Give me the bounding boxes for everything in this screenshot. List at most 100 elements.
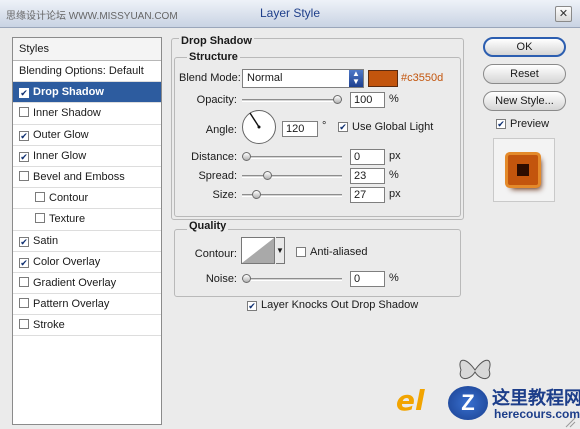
angle-label: Angle: [205,124,237,136]
angle-dial-needle [249,112,261,129]
butterfly-icon [459,359,491,379]
styles-item[interactable]: ✔ Inner Glow [13,146,161,167]
contour-label: Contour: [194,248,237,260]
styles-item[interactable]: Pattern Overlay [13,294,161,316]
logo-z-badge: Z [448,386,488,420]
noise-label: Noise: [205,273,237,285]
styles-item[interactable]: ✔ Drop Shadow [13,82,161,104]
styles-item[interactable]: Gradient Overlay [13,273,161,295]
use-global-light-checkbox[interactable]: ✔ [338,122,348,132]
style-enable-checkbox[interactable] [35,213,45,224]
styles-item[interactable]: Contour [13,188,161,210]
close-icon[interactable]: ✕ [555,6,572,22]
opacity-slider-thumb[interactable] [333,95,342,104]
styles-item-label: Texture [49,213,86,226]
shadow-color-swatch[interactable] [368,70,398,87]
noise-input[interactable]: 0 [350,271,385,287]
styles-item-label: Gradient Overlay [33,276,117,289]
style-enable-checkbox[interactable] [19,107,29,118]
style-enable-checkbox[interactable] [19,319,29,330]
dropdown-arrows-icon: ▲ ▼ [349,70,363,87]
dialog-body: Styles Blending Options: Default ✔ Drop Sh… [0,28,580,429]
style-enable-checkbox[interactable] [19,298,29,309]
styles-item-label: Stroke [33,319,65,332]
style-enable-checkbox[interactable] [19,170,29,181]
opacity-unit: % [389,93,399,105]
styles-item-label: Bevel and Emboss [33,170,125,183]
style-enable-checkbox[interactable]: ✔ [19,257,29,268]
opacity-slider[interactable] [242,95,342,104]
styles-items: Blending Options: Default ✔ Drop Shadow Inn… [13,61,161,337]
spread-label: Spread: [198,170,237,182]
angle-dial[interactable] [242,110,276,144]
ok-button[interactable]: OK [483,37,566,57]
distance-label: Distance: [191,151,237,163]
use-global-light-label: Use Global Light [352,121,434,133]
contour-curve-icon [242,238,274,263]
styles-item[interactable]: ✔ Outer Glow [13,125,161,146]
styles-item-label: Outer Glow [33,128,89,141]
layer-knocks-out-checkbox[interactable]: ✔ [247,301,257,311]
window-title: Layer Style [259,6,321,20]
preview-square [508,155,538,185]
new-style-button[interactable]: New Style... [483,91,566,111]
layer-knocks-out-label: Layer Knocks Out Drop Shadow [261,299,419,311]
title-bar: 思缘设计论坛 WWW.MISSYUAN.COM Layer Style ✕ [0,0,580,28]
shadow-color-hex: #c3550d [401,72,444,84]
styles-item-label: Pattern Overlay [33,298,110,311]
styles-item[interactable]: ✔ Satin [13,231,161,252]
styles-item[interactable]: Stroke [13,315,161,337]
style-preview-thumbnail [493,138,555,202]
style-enable-checkbox[interactable] [19,276,29,287]
spread-input[interactable]: 23 [350,168,385,184]
styles-item[interactable]: Bevel and Emboss [13,167,161,189]
size-input[interactable]: 27 [350,187,385,203]
blend-mode-select[interactable]: Normal ▲ ▼ [242,69,364,88]
styles-item-label: Inner Glow [33,149,87,162]
angle-input[interactable]: 120 [282,121,318,137]
distance-slider-thumb[interactable] [242,152,251,161]
styles-list: Styles Blending Options: Default ✔ Drop Sh… [12,37,162,425]
noise-slider[interactable] [242,274,342,283]
style-enable-checkbox[interactable]: ✔ [19,236,29,247]
style-enable-checkbox[interactable]: ✔ [19,88,29,99]
style-enable-checkbox[interactable] [35,192,45,203]
preview-inner [517,164,529,176]
preview-checkbox[interactable]: ✔ [496,119,506,129]
styles-item[interactable]: Texture [13,209,161,231]
noise-slider-thumb[interactable] [242,274,251,283]
angle-unit: ° [322,120,327,132]
size-slider-thumb[interactable] [252,190,261,199]
contour-picker[interactable] [241,237,275,264]
styles-item[interactable]: Blending Options: Default [13,61,161,83]
styles-item-label: Contour [49,192,89,205]
spread-slider-thumb[interactable] [262,171,272,180]
opacity-input[interactable]: 100 [350,92,385,108]
contour-dropdown-icon[interactable]: ▼ [276,237,285,264]
resize-grip-icon[interactable] [564,416,576,428]
size-slider[interactable] [242,190,342,199]
style-enable-checkbox[interactable]: ✔ [19,130,29,141]
styles-item-label: Inner Shadow [33,107,101,120]
styles-item-label: Satin [33,234,59,247]
distance-input[interactable]: 0 [350,149,385,165]
spread-unit: % [389,169,399,181]
styles-item[interactable]: ✔ Color Overlay [13,252,161,273]
quality-group [174,229,461,297]
anti-aliased-checkbox[interactable] [296,247,306,257]
distance-unit: px [389,150,401,162]
logo-el-text: el [396,384,425,417]
styles-item[interactable]: Inner Shadow [13,103,161,125]
distance-slider[interactable] [242,152,342,161]
spread-slider[interactable] [242,171,342,180]
reset-button[interactable]: Reset [483,64,566,84]
styles-item-label: Blending Options: Default [19,65,144,77]
preview-label: Preview [510,118,550,130]
styles-header[interactable]: Styles [13,38,161,61]
style-enable-checkbox[interactable]: ✔ [19,151,29,162]
structure-title: Structure [187,51,240,63]
blend-mode-value: Normal [247,72,283,84]
styles-item-label: Drop Shadow [33,86,104,99]
size-label: Size: [212,189,237,201]
drop-shadow-title: Drop Shadow [179,35,254,47]
